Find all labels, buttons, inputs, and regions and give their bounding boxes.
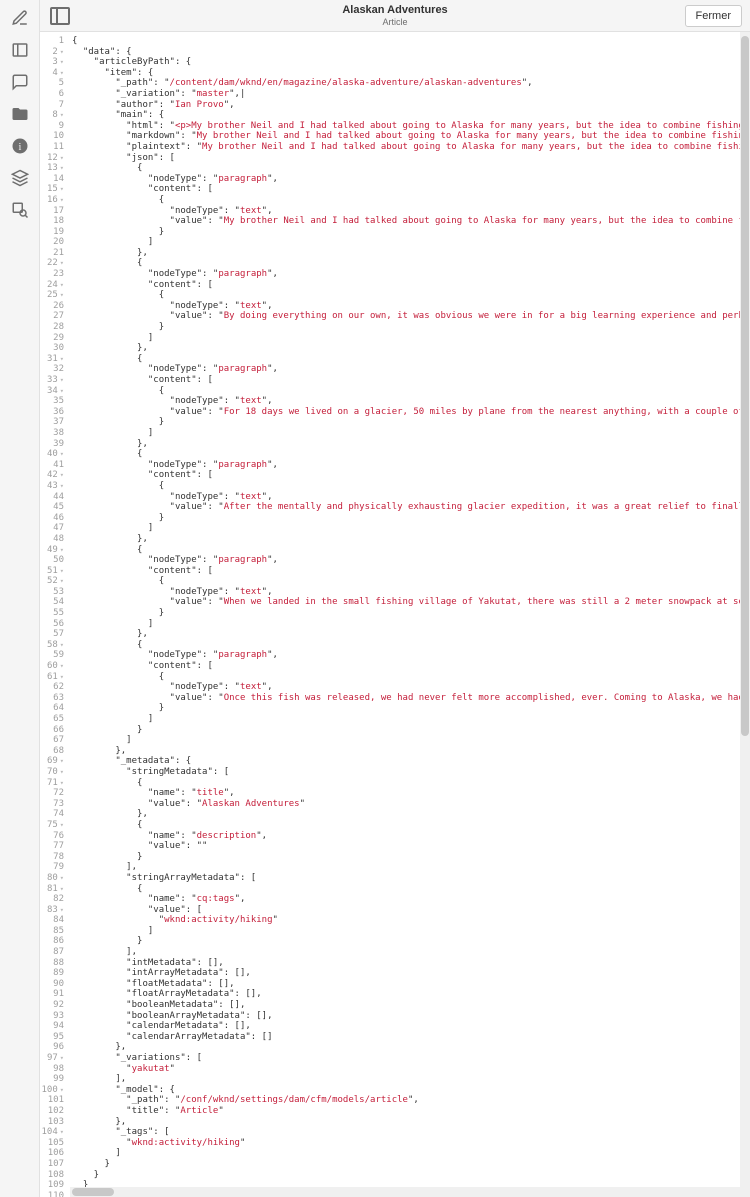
page-title: Alaskan Adventures bbox=[342, 4, 447, 17]
panel-toggle-icon[interactable] bbox=[48, 4, 72, 28]
edit-icon[interactable] bbox=[10, 8, 30, 28]
svg-text:i: i bbox=[18, 142, 21, 153]
sidebar-icon[interactable] bbox=[10, 40, 30, 60]
search-asset-icon[interactable] bbox=[10, 200, 30, 220]
comment-icon[interactable] bbox=[10, 72, 30, 92]
left-rail: i bbox=[0, 0, 40, 1197]
close-button[interactable]: Fermer bbox=[685, 5, 742, 27]
json-editor[interactable]: 1234567891011121314151617181920212223242… bbox=[40, 32, 750, 1197]
header: Alaskan Adventures Article Fermer bbox=[40, 0, 750, 32]
layers-icon[interactable] bbox=[10, 168, 30, 188]
horizontal-scrollbar[interactable] bbox=[70, 1187, 740, 1197]
vertical-scrollbar[interactable] bbox=[740, 32, 750, 1197]
folder-icon[interactable] bbox=[10, 104, 30, 124]
main-area: Alaskan Adventures Article Fermer 123456… bbox=[40, 0, 750, 1197]
line-gutter: 1234567891011121314151617181920212223242… bbox=[40, 32, 70, 1197]
info-icon[interactable]: i bbox=[10, 136, 30, 156]
code-content[interactable]: { "data": { "articleByPath": { "item": {… bbox=[70, 32, 750, 1197]
page-subtitle: Article bbox=[342, 17, 447, 28]
